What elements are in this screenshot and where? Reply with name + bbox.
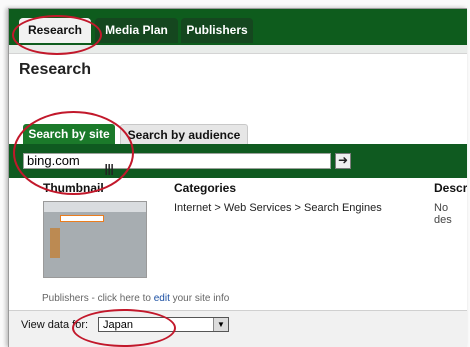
publishers-note-suffix: your site info [169,293,230,304]
app-window: Research Media Plan Publishers Research … [8,8,467,347]
tab-search-by-audience[interactable]: Search by audience [120,124,248,145]
category-path: Internet > Web Services > Search Engines [174,202,382,214]
publishers-note-prefix: Publishers - click here to [42,293,154,304]
description-heading: Descrip [434,181,467,195]
highlight-ring-research [12,15,102,55]
go-arrow-icon[interactable]: ➜ [335,153,351,169]
description-value: No des [434,202,452,226]
highlight-ring-search [13,111,134,195]
chevron-down-icon[interactable]: ▼ [213,318,228,331]
tab-publishers[interactable]: Publishers [181,18,253,43]
tab-media-plan[interactable]: Media Plan [95,18,178,43]
categories-heading: Categories [174,181,237,195]
edit-link[interactable]: edit [154,293,170,304]
site-thumbnail [43,201,147,278]
page-title: Research [19,61,92,78]
highlight-ring-country [72,309,176,347]
publishers-note: Publishers - click here to edit your sit… [42,293,229,304]
